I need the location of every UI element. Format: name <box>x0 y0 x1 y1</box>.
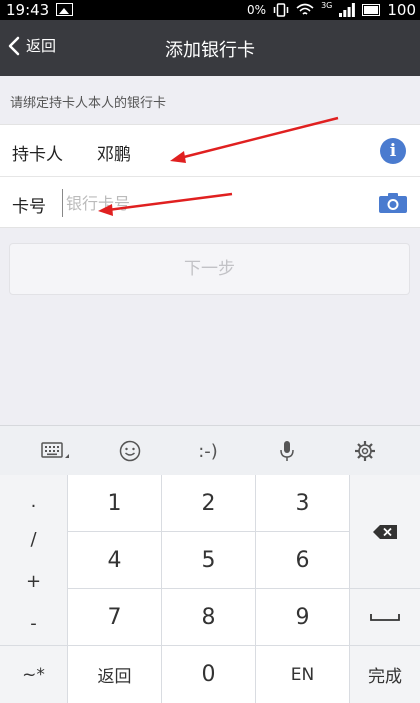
keyboard-toolbar: :-) <box>0 425 420 475</box>
wifi-icon <box>296 3 314 15</box>
done-key[interactable]: 完成 <box>350 646 420 703</box>
numeric-keyboard: . / + - 1 2 3 4 5 6 7 8 9 ~* 返回 0 EN 完成 <box>0 475 420 703</box>
battery-icon <box>362 4 381 16</box>
card-number-row: 卡号 <box>0 177 420 229</box>
key-7[interactable]: 7 <box>68 589 161 645</box>
key-1[interactable]: 1 <box>68 475 161 531</box>
data-speed-label: 0% <box>247 3 267 17</box>
image-notification-icon <box>56 3 73 16</box>
key-5[interactable]: 5 <box>162 532 255 588</box>
space-icon <box>370 614 400 621</box>
key-en[interactable]: EN <box>256 646 349 703</box>
emoji-button[interactable] <box>110 436 150 466</box>
gear-icon <box>355 441 375 461</box>
card-form: 持卡人 邓鹏 i 卡号 <box>0 124 420 228</box>
status-right: 0% 3G 100 <box>247 0 416 20</box>
cardholder-row: 持卡人 邓鹏 i <box>0 125 420 177</box>
signal-icon <box>339 3 356 17</box>
vibrate-icon <box>273 3 289 17</box>
emoticon-button[interactable]: :-) <box>188 436 228 466</box>
key-tilde-star[interactable]: ~* <box>0 646 67 703</box>
next-step-button[interactable]: 下一步 <box>9 243 410 295</box>
keyboard-icon <box>41 442 69 458</box>
info-icon[interactable]: i <box>380 138 406 164</box>
space-key[interactable] <box>350 589 420 645</box>
key-4[interactable]: 4 <box>68 532 161 588</box>
key-8[interactable]: 8 <box>162 589 255 645</box>
cardholder-value: 邓鹏 <box>97 145 131 165</box>
symbol-key-minus[interactable]: - <box>0 613 67 634</box>
navigation-bar: 返回 添加银行卡 <box>0 20 420 76</box>
voice-input-button[interactable] <box>267 436 307 466</box>
emoji-icon <box>119 440 141 462</box>
key-3[interactable]: 3 <box>256 475 349 531</box>
status-bar: 19:43 0% 3G 100 <box>0 0 420 20</box>
symbol-key-plus[interactable]: + <box>0 571 67 592</box>
key-0[interactable]: 0 <box>162 646 255 703</box>
key-6[interactable]: 6 <box>256 532 349 588</box>
symbol-key-dot[interactable]: . <box>0 491 67 512</box>
battery-level: 100 <box>387 1 416 19</box>
status-time: 19:43 <box>6 1 50 19</box>
network-type-label: 3G <box>321 0 333 10</box>
keyboard-switch-button[interactable] <box>36 436 76 466</box>
symbol-key-slash[interactable]: / <box>0 529 67 550</box>
cardholder-label: 持卡人 <box>12 145 63 165</box>
card-number-label: 卡号 <box>12 197 46 217</box>
symbol-column[interactable]: . / + - <box>0 475 67 645</box>
hint-text: 请绑定持卡人本人的银行卡 <box>10 96 167 111</box>
key-9[interactable]: 9 <box>256 589 349 645</box>
camera-icon[interactable] <box>378 192 408 214</box>
keyboard-settings-button[interactable] <box>345 436 385 466</box>
key-back[interactable]: 返回 <box>68 646 161 703</box>
page-title: 添加银行卡 <box>165 40 255 61</box>
backspace-icon <box>373 524 397 539</box>
key-2[interactable]: 2 <box>162 475 255 531</box>
card-number-input[interactable] <box>62 189 362 217</box>
delete-key[interactable] <box>350 475 420 588</box>
microphone-icon <box>280 441 294 461</box>
